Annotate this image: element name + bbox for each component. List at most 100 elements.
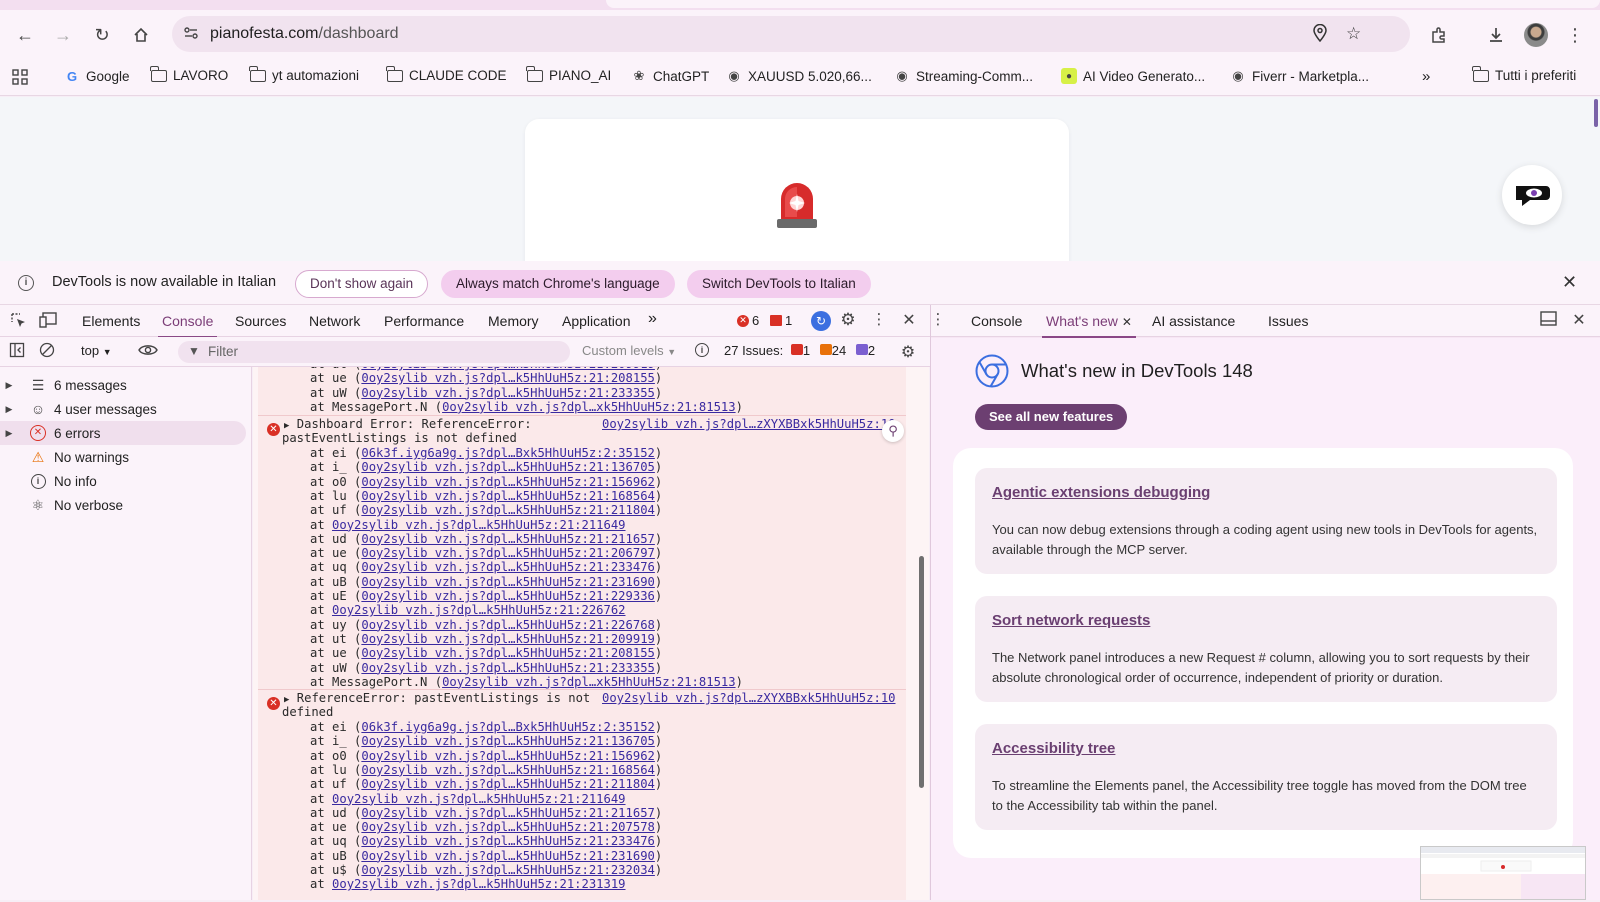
expand-triangle-icon[interactable]: ▶ [0, 404, 18, 415]
stack-frame-link[interactable]: 0oy2sylib vzh.js?dpl…k5HhUuH5z:21:156962 [361, 475, 655, 489]
error-message-dashboard[interactable]: ✕ ▶ Dashboard Error: ReferenceError: pas… [258, 415, 906, 689]
stack-frame-link[interactable]: 0oy2sylib vzh.js?dpl…k5HhUuH5z:21:231319 [332, 877, 626, 891]
stack-frame-link[interactable]: 0oy2sylib vzh.js?dpl…k5HhUuH5z:21:211649 [332, 518, 626, 532]
stack-frame-link[interactable]: 0oy2sylib vzh.js?dpl…k5HhUuH5z:21:206797 [361, 546, 655, 560]
reload-icon[interactable]: ↻ [87, 20, 117, 50]
stack-frame-link[interactable]: 0oy2sylib vzh.js?dpl…k5HhUuH5z:21:211649 [332, 792, 626, 806]
expand-triangle-icon[interactable]: ▶ [0, 428, 18, 439]
error-message-reference[interactable]: ✕ ▶ ReferenceError: pastEventListings is… [258, 689, 906, 900]
bookmark-xauusd[interactable]: ◉ XAUUSD 5.020,66... [726, 68, 872, 84]
tab-elements[interactable]: Elements [82, 313, 140, 329]
error-source-link[interactable]: 0oy2sylib vzh.js?dpl…zXYXBBxk5HhUuH5z:10 [602, 691, 896, 705]
forward-icon[interactable]: → [48, 20, 78, 50]
sidebar-toggle-icon[interactable] [8, 342, 26, 360]
close-devtools-icon[interactable]: ✕ [900, 310, 918, 329]
info-circle-icon[interactable]: i [695, 343, 713, 361]
tab-sources[interactable]: Sources [235, 313, 286, 329]
more-bookmarks-icon[interactable]: » [1422, 68, 1430, 85]
bookmark-chatgpt[interactable]: ❀ ChatGPT [631, 68, 710, 84]
console-scrollbar[interactable] [919, 556, 924, 788]
menu-kebab-icon[interactable]: ⋮ [1560, 20, 1590, 50]
dont-show-again-button[interactable]: Don't show again [295, 270, 429, 298]
stack-frame-link[interactable]: 0oy2sylib vzh.js?dpl…k5HhUuH5z:21:233355 [361, 386, 655, 400]
tab-performance[interactable]: Performance [384, 313, 464, 329]
close-icon[interactable]: ✕ [1562, 272, 1577, 293]
extensions-icon[interactable] [1424, 20, 1454, 50]
stack-frame-link[interactable]: 0oy2sylib vzh.js?dpl…k5HhUuH5z:21:168564 [361, 763, 655, 777]
tab-application[interactable]: Application [562, 313, 631, 329]
tab-memory[interactable]: Memory [488, 313, 539, 329]
location-icon[interactable] [1312, 23, 1328, 47]
log-levels-dropdown[interactable]: Custom levels ▼ [582, 343, 676, 358]
tab-console[interactable]: Console [157, 313, 218, 338]
profile-avatar[interactable] [1521, 20, 1551, 50]
back-icon[interactable]: ← [10, 20, 40, 50]
bookmark-lavoro[interactable]: LAVORO [150, 65, 228, 83]
stack-frame-link[interactable]: 0oy2sylib vzh.js?dpl…k5HhUuH5z:21:211657 [361, 806, 655, 820]
bookmark-yt-automazioni[interactable]: yt automazioni [249, 65, 359, 83]
close-drawer-icon[interactable]: ✕ [1570, 310, 1588, 329]
sidebar-item-info[interactable]: i No info [0, 469, 246, 493]
devtools-menu-kebab-icon[interactable]: ⋮ [870, 310, 888, 328]
feature-title-link[interactable]: Agentic extensions debugging [992, 484, 1210, 501]
issues-summary[interactable]: 27 Issues: 1 24 2 [724, 343, 875, 358]
close-tab-icon[interactable]: ✕ [1122, 315, 1132, 329]
page-scrollbar[interactable] [1594, 99, 1598, 127]
drawer-tab-ai-assistance[interactable]: AI assistance [1152, 313, 1235, 329]
drawer-tab-issues[interactable]: Issues [1268, 313, 1308, 329]
home-icon[interactable] [126, 20, 156, 50]
stack-frame-link[interactable]: 06k3f.iyg6a9g.js?dpl…Bxk5HhUuH5z:2:35152 [361, 720, 655, 734]
feature-title-link[interactable]: Sort network requests [992, 612, 1150, 629]
apps-grid-icon[interactable] [12, 69, 28, 85]
stack-frame-link[interactable]: 0oy2sylib vzh.js?dpl…k5HhUuH5z:21:168564 [361, 489, 655, 503]
feature-title-link[interactable]: Accessibility tree [992, 740, 1115, 757]
inspect-element-icon[interactable] [9, 312, 27, 330]
switch-to-italian-button[interactable]: Switch DevTools to Italian [687, 270, 871, 298]
stack-frame-link[interactable]: 0oy2sylib vzh.js?dpl…k5HhUuH5z:21:136705 [361, 734, 655, 748]
stack-frame-link[interactable]: 0oy2sylib vzh.js?dpl…k5HhUuH5z:21:232034 [361, 863, 655, 877]
tab-network[interactable]: Network [309, 313, 360, 329]
download-icon[interactable] [1481, 20, 1511, 50]
stack-frame-link[interactable]: 0oy2sylib vzh.js?dpl…xk5HhUuH5z:21:81513 [442, 675, 736, 689]
warning-count-badge[interactable]: 1 [770, 313, 792, 328]
drawer-tab-console[interactable]: Console [971, 313, 1022, 329]
url-text[interactable]: pianofesta.com/dashboard [210, 25, 399, 43]
error-source-link[interactable]: 0oy2sylib vzh.js?dpl…zXYXBBxk5HhUuH5z:10 [602, 417, 896, 431]
settings-gear-icon[interactable]: ⚙ [839, 310, 857, 329]
stack-frame-link[interactable]: 0oy2sylib vzh.js?dpl…k5HhUuH5z:21:209919 [361, 632, 655, 646]
stack-frame-link[interactable]: 0oy2sylib vzh.js?dpl…k5HhUuH5z:21:156962 [361, 749, 655, 763]
bookmark-star-icon[interactable]: ☆ [1346, 24, 1361, 44]
stack-frame-link[interactable]: 0oy2sylib vzh.js?dpl…k5HhUuH5z:21:136705 [361, 460, 655, 474]
bookmark-claude-code[interactable]: CLAUDE CODE [386, 65, 507, 83]
bookmark-all-folder[interactable]: Tutti i preferiti [1472, 65, 1576, 83]
stack-frame-link[interactable]: 0oy2sylib vzh.js?dpl…k5HhUuH5z:21:233476 [361, 834, 655, 848]
site-info-icon[interactable] [182, 25, 200, 43]
error-count-badge[interactable]: ✕ 6 [737, 313, 759, 328]
stack-frame-link[interactable]: 0oy2sylib vzh.js?dpl…k5HhUuH5z:21:229336 [361, 589, 655, 603]
dock-side-icon[interactable] [1539, 311, 1557, 329]
stack-frame-link[interactable]: 0oy2sylib vzh.js?dpl…k5HhUuH5z:21:226762 [332, 603, 626, 617]
stack-frame-link[interactable]: 0oy2sylib vzh.js?dpl…k5HhUuH5z:21:226768 [361, 618, 655, 632]
expand-triangle-icon[interactable]: ▶ [0, 380, 18, 391]
stack-frame-link[interactable]: 0oy2sylib vzh.js?dpl…k5HhUuH5z:21:208155 [361, 371, 655, 385]
address-bar[interactable]: pianofesta.com/dashboard ☆ [172, 16, 1410, 52]
expand-triangle-icon[interactable]: ▶ [284, 695, 289, 705]
stack-frame-link[interactable]: 0oy2sylib vzh.js?dpl…k5HhUuH5z:21:231690 [361, 849, 655, 863]
stack-frame-link[interactable]: 06k3f.iyg6a9g.js?dpl…Bxk5HhUuH5z:2:35152 [361, 446, 655, 460]
sidebar-item-messages[interactable]: ▶ ☰ 6 messages [0, 373, 246, 397]
context-selector[interactable]: top ▼ [81, 343, 112, 358]
bookmark-fiverr[interactable]: ◉ Fiverr - Marketpla... [1230, 68, 1369, 84]
more-tabs-icon[interactable]: » [648, 310, 657, 328]
clear-console-icon[interactable] [38, 342, 56, 360]
bookmark-ai-video[interactable]: ● AI Video Generato... [1061, 68, 1205, 84]
expand-triangle-icon[interactable]: ▶ [284, 421, 289, 431]
stack-frame-link[interactable]: 0oy2sylib vzh.js?dpl…k5HhUuH5z:21:233476 [361, 560, 655, 574]
sidebar-item-verbose[interactable]: ⚛ No verbose [0, 493, 246, 517]
see-all-features-button[interactable]: See all new features [975, 404, 1128, 430]
ai-explain-bulb-icon[interactable]: ⚲ [882, 420, 904, 442]
eye-logo-icon[interactable] [1502, 165, 1562, 225]
stack-frame-link[interactable]: 0oy2sylib vzh.js?dpl…k5HhUuH5z:21:207578 [361, 820, 655, 834]
bookmark-piano-ai[interactable]: PIANO_AI [526, 65, 611, 83]
stack-frame-link[interactable]: 0oy2sylib vzh.js?dpl…k5HhUuH5z:21:231690 [361, 575, 655, 589]
bookmark-streaming[interactable]: ◉ Streaming-Comm... [894, 68, 1033, 84]
